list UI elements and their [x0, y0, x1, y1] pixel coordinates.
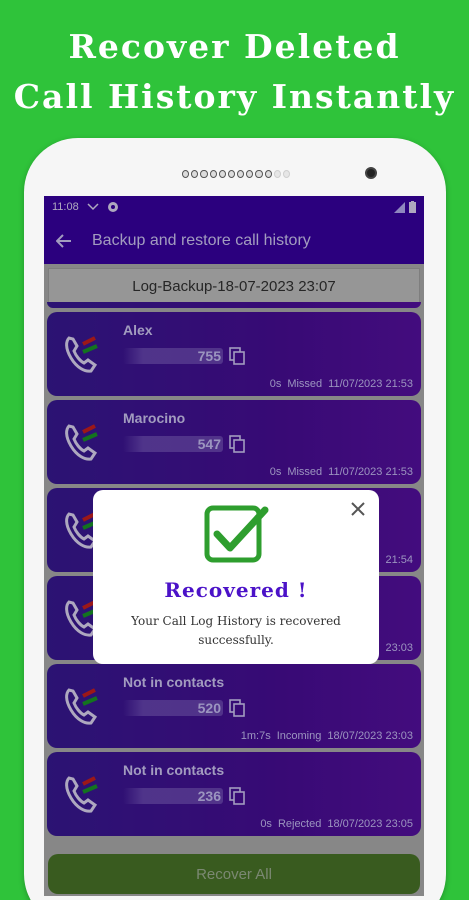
- dialog-message: Your Call Log History is recovered succe…: [131, 614, 341, 647]
- recovered-dialog: Recovered ! Your Call Log History is rec…: [93, 490, 379, 664]
- headline-line-2: Call History Instantly: [13, 77, 456, 116]
- headline-line-1: Recover Deleted: [68, 27, 401, 66]
- check-box-icon: [204, 505, 269, 563]
- front-camera: [365, 167, 377, 179]
- promo-headline: Recover Deleted Call History Instantly: [0, 22, 469, 122]
- speaker-grille: [182, 168, 291, 180]
- close-icon[interactable]: [349, 500, 367, 518]
- dialog-title: Recovered !: [164, 578, 308, 602]
